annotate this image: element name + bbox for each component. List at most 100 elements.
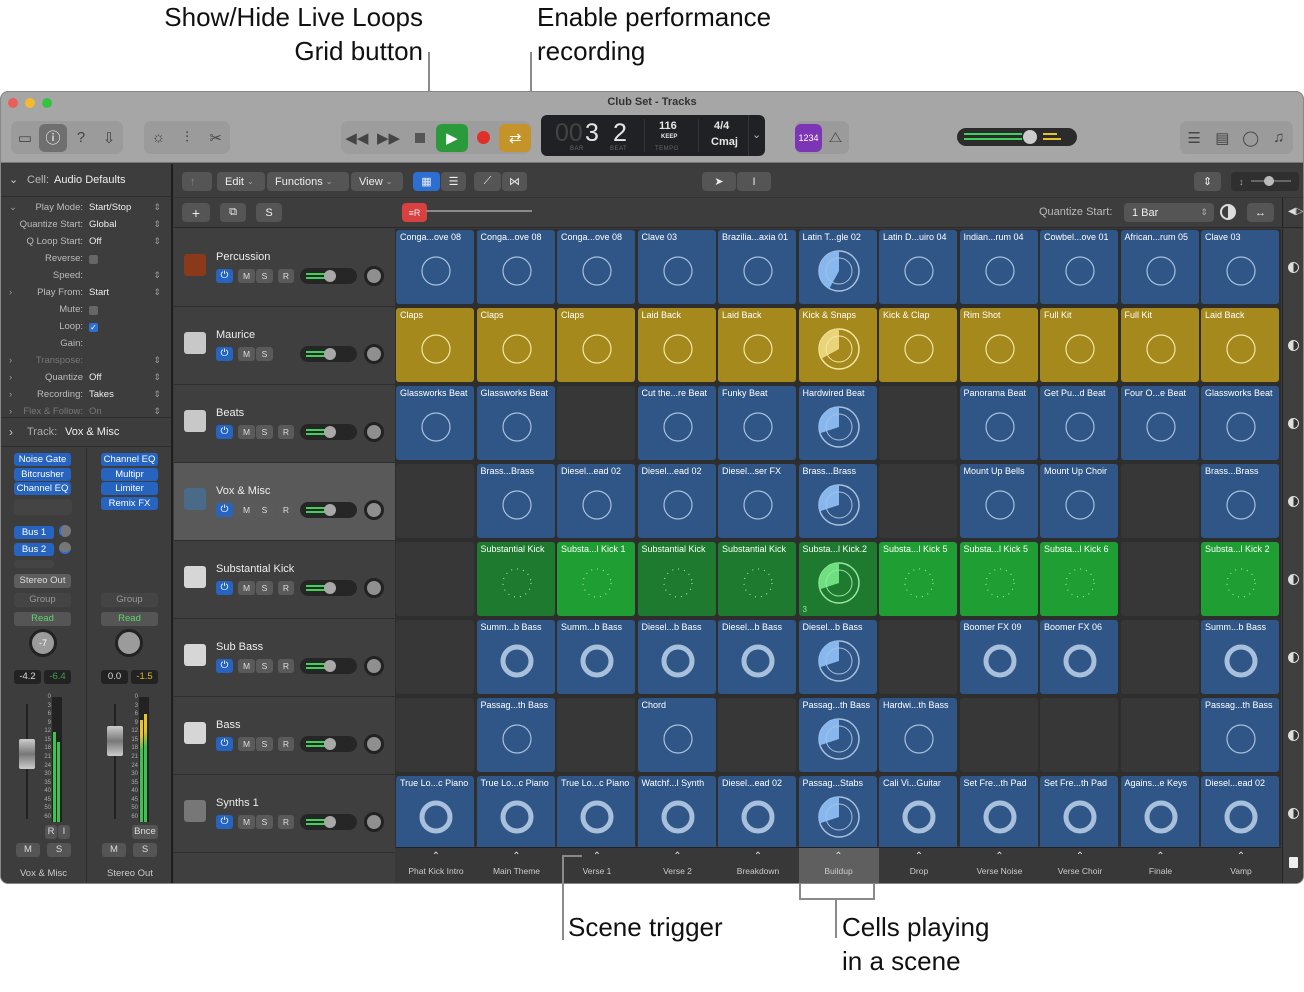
editors-button[interactable]: ✂ <box>201 124 230 152</box>
live-loop-cell[interactable]: Brazilia...axia 01 <box>718 230 796 304</box>
track-record-button[interactable]: R <box>278 737 294 751</box>
live-loop-cell[interactable]: Diesel...ead 02 <box>1201 776 1279 850</box>
live-loop-cell[interactable]: Full Kit <box>1120 308 1199 382</box>
track-stop-button[interactable] <box>1288 418 1299 429</box>
volume-knob[interactable] <box>324 582 336 594</box>
track-solo-button[interactable]: S <box>256 425 273 439</box>
send-bus-2[interactable]: Bus 2 <box>14 543 54 556</box>
live-loop-cell[interactable]: Set Fre...th Pad <box>959 776 1038 850</box>
track-header[interactable]: Substantial Kick ⏻ M S R <box>174 541 395 619</box>
browsers-button[interactable]: ♫ <box>1265 124 1293 152</box>
notepad-button[interactable]: ▤ <box>1208 124 1236 152</box>
volume-knob[interactable] <box>324 738 336 750</box>
pan-knob[interactable]: -7 <box>29 629 57 657</box>
scene-trigger[interactable]: ⌃ Verse Noise <box>960 848 1040 883</box>
track-on-off-button[interactable]: ⏻ <box>216 737 233 751</box>
volume-fader[interactable] <box>107 726 123 756</box>
track-pan-knob[interactable] <box>364 656 384 676</box>
stop-button[interactable] <box>404 124 436 152</box>
track-solo-button[interactable]: S <box>256 815 273 829</box>
live-loop-cell[interactable]: Substa...l Kick 5 <box>879 542 957 616</box>
cell-param-row[interactable]: Mute: <box>1 304 171 321</box>
track-mute-button[interactable]: M <box>238 581 255 595</box>
view-menu[interactable]: View ⌄ <box>351 172 403 191</box>
live-loop-cell[interactable]: Laid Back <box>637 308 716 382</box>
updown-icon[interactable]: ⇕ <box>153 372 161 383</box>
live-loop-cell[interactable]: Diesel...b Bass <box>798 620 877 694</box>
empty-cell-slot[interactable] <box>1120 542 1199 616</box>
plugin-slot[interactable]: Multipr <box>101 467 158 481</box>
live-loop-cell[interactable]: True Lo...c Piano <box>396 776 474 850</box>
live-loop-cell[interactable]: Hardwi...th Bass <box>879 698 957 772</box>
output-slot[interactable]: Stereo Out <box>14 574 71 588</box>
track-volume-slider[interactable] <box>300 502 357 518</box>
cell-param-row[interactable]: Q Loop Start: Off ⇕ <box>1 236 171 253</box>
track-stop-button[interactable] <box>1288 808 1299 819</box>
track-header[interactable]: Bass ⏻ M S R <box>174 697 395 775</box>
live-loop-cell[interactable]: Substa...l Kick 6 <box>1040 542 1118 616</box>
tracks-area-button[interactable]: ☰ <box>441 172 466 191</box>
empty-cell-slot[interactable] <box>1040 698 1118 772</box>
track-solo-button[interactable]: S <box>256 737 273 751</box>
live-loop-cell[interactable]: True Lo...c Piano <box>557 776 635 850</box>
empty-cell-slot[interactable] <box>1120 698 1199 772</box>
empty-cell-slot[interactable] <box>557 698 635 772</box>
track-header[interactable]: Synths 1 ⏻ M S R <box>174 775 395 853</box>
empty-cell-slot[interactable] <box>959 698 1038 772</box>
track-on-off-button[interactable]: ⏻ <box>216 347 233 361</box>
scene-trigger[interactable]: ⌃ Drop <box>879 848 959 883</box>
stop-all-button[interactable] <box>1289 857 1298 868</box>
track-header[interactable]: Maurice ⏻ M S <box>174 307 395 385</box>
volume-readout[interactable]: -4.2 <box>14 670 41 684</box>
empty-cell-slot[interactable] <box>879 620 957 694</box>
track-solo-button[interactable]: S <box>256 581 273 595</box>
group-slot[interactable]: Group <box>101 593 158 607</box>
track-header[interactable]: Sub Bass ⏻ M S R <box>174 619 395 697</box>
live-loop-cell[interactable]: Passag...th Bass <box>798 698 877 772</box>
live-loop-cell[interactable]: Diesel...b Bass <box>718 620 796 694</box>
flex-button[interactable]: ⋈ <box>502 172 527 191</box>
automation-mode[interactable]: Read <box>14 612 71 626</box>
live-loop-cell[interactable]: Brass...Brass <box>798 464 877 538</box>
live-loop-cell[interactable]: Get Pu...d Beat <box>1040 386 1118 460</box>
checkbox[interactable]: ✓ <box>89 322 98 333</box>
track-pan-knob[interactable] <box>364 578 384 598</box>
track-mute-button[interactable]: M <box>238 425 255 439</box>
fit-grid-button[interactable]: ↔ <box>1247 203 1274 222</box>
track-solo-button[interactable]: S <box>256 269 273 283</box>
duplicate-track-button[interactable]: ⧉ <box>220 203 246 222</box>
track-name[interactable]: Substantial Kick <box>216 563 294 575</box>
live-loops-grid-button[interactable]: ▦ <box>413 172 440 191</box>
track-header[interactable]: Percussion ⏻ M S R <box>174 229 395 307</box>
performance-record-button[interactable]: ≡R <box>402 203 427 222</box>
automation-mode[interactable]: Read <box>101 612 158 626</box>
cell-param-row[interactable]: › Recording: Takes ⇕ <box>1 389 171 406</box>
master-volume-slider[interactable] <box>957 128 1077 146</box>
track-name[interactable]: Bass <box>216 719 240 731</box>
track-on-off-button[interactable]: ⏻ <box>216 815 233 829</box>
live-loop-cell[interactable]: Conga...ove 08 <box>557 230 635 304</box>
track-record-button[interactable]: R <box>278 503 294 517</box>
count-in-button[interactable]: 1234 <box>795 123 822 152</box>
quantize-start-select[interactable]: 1 Bar ⇕ <box>1124 203 1214 222</box>
track-on-off-button[interactable]: ⏻ <box>216 425 233 439</box>
track-solo-button[interactable]: S <box>256 347 273 361</box>
scene-trigger[interactable]: ⌃ Verse 2 <box>638 848 718 883</box>
live-loop-cell[interactable]: Substa...l Kick 5 <box>959 542 1038 616</box>
empty-cell-slot[interactable] <box>718 698 796 772</box>
track-pan-knob[interactable] <box>364 266 384 286</box>
volume-readout[interactable]: 0.0 <box>101 670 128 684</box>
live-loop-cell[interactable]: Indian...rum 04 <box>959 230 1038 304</box>
volume-knob[interactable] <box>324 816 336 828</box>
list-editors-button[interactable]: ☰ <box>1180 124 1208 152</box>
scene-trigger[interactable]: ⌃ Verse 1 <box>557 848 637 883</box>
live-loop-cell[interactable]: Substantial Kick <box>476 542 555 616</box>
plugin-slot[interactable]: Limiter <box>101 482 158 495</box>
inspector-button[interactable]: ⓘ <box>39 123 67 152</box>
empty-cell-slot[interactable] <box>879 386 957 460</box>
chevron-right-icon[interactable]: › <box>9 287 12 298</box>
live-loop-cell[interactable]: Diesel...ser FX <box>718 464 796 538</box>
live-loop-cell[interactable]: Substantial Kick <box>637 542 716 616</box>
live-loop-cell[interactable]: Diesel...ead 02 <box>557 464 635 538</box>
track-on-off-button[interactable]: ⏻ <box>216 581 233 595</box>
